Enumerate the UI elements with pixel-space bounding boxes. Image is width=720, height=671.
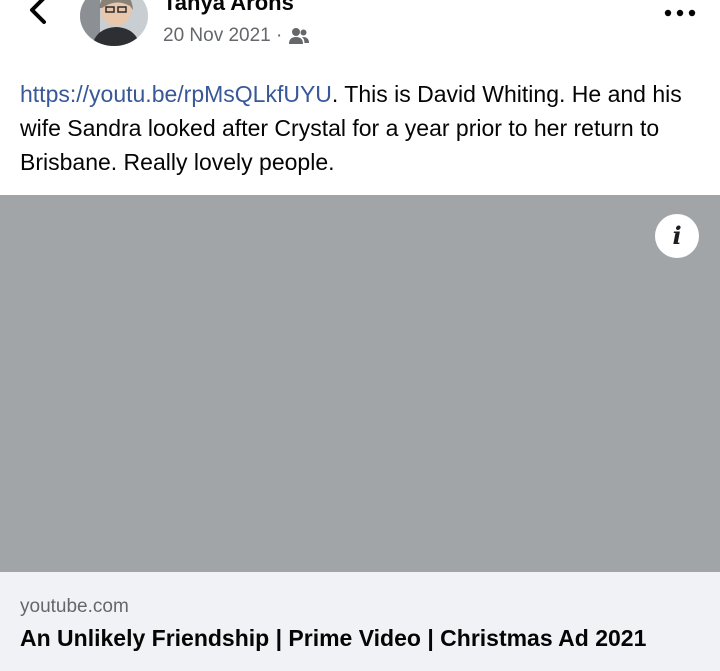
- author-name[interactable]: Tanya Arons: [163, 0, 294, 16]
- more-icon: [664, 9, 696, 17]
- back-button[interactable]: [22, 0, 56, 32]
- post-header: Tanya Arons 20 Nov 2021 ·: [0, 0, 720, 60]
- post-date[interactable]: 20 Nov 2021 ·: [163, 25, 282, 47]
- link-title: An Unlikely Friendship | Prime Video | C…: [20, 625, 647, 651]
- info-button[interactable]: i: [655, 214, 699, 258]
- avatar[interactable]: [80, 0, 148, 46]
- post-link[interactable]: https://youtu.be/rpMsQLkfUYU: [20, 81, 332, 107]
- info-icon: i: [672, 221, 682, 250]
- link-domain: youtube.com: [20, 596, 129, 617]
- post-meta: 20 Nov 2021 ·: [163, 25, 310, 47]
- post-text: https://youtu.be/rpMsQLkfUYU. This is Da…: [20, 77, 700, 179]
- friends-icon[interactable]: [288, 27, 310, 45]
- video-thumbnail[interactable]: [0, 195, 720, 572]
- more-options-button[interactable]: [660, 0, 700, 24]
- chevron-left-icon: [30, 0, 46, 24]
- link-preview-card[interactable]: youtube.com An Unlikely Friendship | Pri…: [0, 572, 720, 671]
